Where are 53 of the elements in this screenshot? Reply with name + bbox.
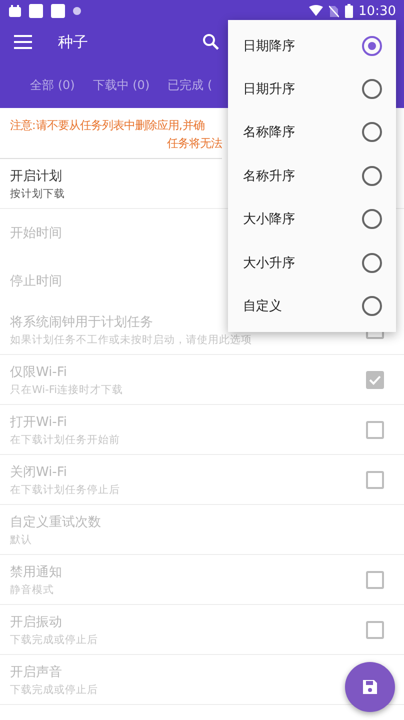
radio-button[interactable] xyxy=(362,36,382,56)
setting-title: 禁用通知 xyxy=(10,564,62,580)
setting-title: 关闭Wi-Fi xyxy=(10,464,68,480)
sort-option[interactable]: 大小升序 xyxy=(243,254,362,272)
setting-title: 自定义重试次数 xyxy=(10,514,101,530)
setting-subtitle: 下载完成或停止后 xyxy=(10,682,98,696)
menu-button[interactable] xyxy=(14,35,32,49)
tab[interactable]: 下载中 (0) xyxy=(92,64,150,106)
setting-subtitle: 在下载计划任务开始前 xyxy=(10,432,120,446)
setting-title: 开启声音 xyxy=(10,664,62,680)
setting-title: 开启振动 xyxy=(10,614,62,630)
search-icon[interactable] xyxy=(202,33,220,51)
setting-title: 仅限Wi-Fi xyxy=(10,364,68,380)
setting-subtitle: 下载完成或停止后 xyxy=(10,632,98,646)
menu-icon xyxy=(14,35,32,49)
setting-subtitle: 如果计划任务不工作或未按时启动，请使用此选项 xyxy=(10,332,252,346)
radio-button[interactable] xyxy=(362,252,382,273)
tab[interactable]: 已完成 ( xyxy=(168,64,212,106)
radio-button[interactable] xyxy=(362,209,382,230)
radio-button[interactable] xyxy=(362,296,382,316)
wifi-icon xyxy=(308,5,323,17)
sort-option[interactable]: 日期降序 xyxy=(243,36,362,55)
sort-option[interactable]: 日期升序 xyxy=(243,80,362,98)
sort-option[interactable]: 自定义 xyxy=(243,297,362,316)
sort-option[interactable]: 大小降序 xyxy=(243,210,362,228)
calendar-icon xyxy=(8,4,22,18)
setting-subtitle: 按计划下载 xyxy=(10,186,65,200)
sort-option[interactable]: 名称升序 xyxy=(243,166,362,185)
save-button[interactable] xyxy=(345,662,395,712)
setting-subtitle: 在下载计划任务停止后 xyxy=(10,482,120,496)
setting-title: 将系统闹钟用于计划任务 xyxy=(10,314,153,330)
notification-icon xyxy=(50,3,66,19)
setting-subtitle: 只在Wi-Fi连接时才下载 xyxy=(10,382,124,396)
setting-title: 打开Wi-Fi xyxy=(10,414,68,430)
save-icon xyxy=(362,679,378,695)
battery-icon xyxy=(344,4,353,18)
notification-icon xyxy=(28,3,44,19)
app-title: 种子 xyxy=(58,32,89,52)
setting-title: 停止时间 xyxy=(10,273,62,290)
radio-button[interactable] xyxy=(362,79,382,100)
warning-text: 注意:请不要从任务列表中删除应用,并确 xyxy=(10,117,206,134)
setting-title: 开启计划 xyxy=(10,168,62,184)
no-sim-icon xyxy=(328,4,339,18)
radio-button[interactable] xyxy=(362,166,382,186)
status-time: 10:30 xyxy=(358,4,396,18)
warning-text: 任务将无法 xyxy=(166,135,222,152)
setting-subtitle: 静音模式 xyxy=(10,582,54,596)
sort-option[interactable]: 名称降序 xyxy=(243,123,362,142)
setting-subtitle: 默认 xyxy=(10,532,32,546)
setting-title: 开始时间 xyxy=(10,225,62,242)
radio-button[interactable] xyxy=(362,122,382,142)
tab[interactable]: 全部 (0) xyxy=(30,64,75,106)
checkmark-icon xyxy=(369,374,381,384)
